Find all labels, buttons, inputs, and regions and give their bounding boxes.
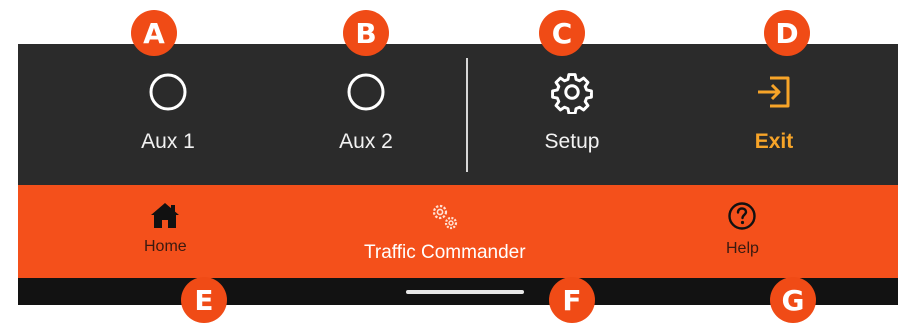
- callout-marker-g: G: [770, 277, 816, 323]
- exit-button[interactable]: Exit: [704, 70, 844, 160]
- callout-marker-c: C: [539, 10, 585, 56]
- circle-outline-icon: [347, 73, 385, 111]
- nav-app-label: Traffic Commander: [364, 242, 526, 263]
- gear-icon: [551, 73, 593, 114]
- setup-button[interactable]: Setup: [502, 70, 642, 160]
- gesture-handle[interactable]: [406, 290, 524, 294]
- aux-2-button[interactable]: Aux 2: [296, 70, 436, 160]
- nav-help[interactable]: Help: [726, 201, 759, 259]
- callout-marker-f: F: [549, 277, 595, 323]
- gears-icon: [432, 204, 457, 230]
- nav-help-label: Help: [726, 240, 759, 257]
- aux-1-button[interactable]: Aux 1: [98, 70, 238, 160]
- callout-marker-d: D: [764, 10, 810, 56]
- callout-marker-b: B: [343, 10, 389, 56]
- system-gesture-bar: [18, 278, 898, 305]
- question-circle-icon: [728, 202, 757, 230]
- setup-label: Setup: [544, 130, 600, 153]
- callout-marker-a: A: [131, 10, 177, 56]
- exit-label: Exit: [754, 130, 794, 153]
- aux-1-label: Aux 1: [141, 130, 195, 153]
- exit-icon: [758, 76, 790, 108]
- house-icon: [151, 203, 180, 228]
- bottom-nav-bar: Home Traffic Commander Help: [18, 185, 898, 278]
- aux-2-label: Aux 2: [339, 130, 393, 153]
- panel-divider: [466, 58, 468, 172]
- control-panel: Aux 1 Aux 2 Setup Exit: [18, 44, 898, 185]
- callout-marker-e: E: [181, 277, 227, 323]
- nav-traffic-commander[interactable]: Traffic Commander: [364, 201, 526, 263]
- circle-outline-icon: [149, 73, 187, 111]
- nav-home[interactable]: Home: [144, 201, 187, 257]
- nav-home-label: Home: [144, 238, 187, 255]
